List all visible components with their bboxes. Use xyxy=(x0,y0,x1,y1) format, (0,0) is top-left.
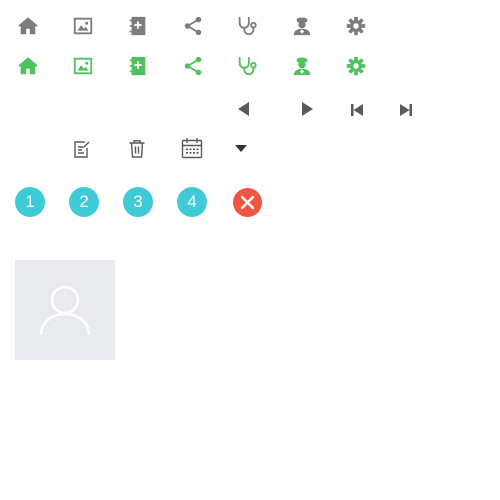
avatar xyxy=(15,260,115,360)
contacts-book-icon[interactable] xyxy=(127,15,149,37)
triangle-left-icon[interactable] xyxy=(237,101,251,117)
close-icon[interactable] xyxy=(233,188,262,217)
skip-last-icon[interactable] xyxy=(399,103,413,117)
stethoscope-icon[interactable] xyxy=(236,15,258,37)
skip-first-icon[interactable] xyxy=(350,103,364,117)
home-icon[interactable] xyxy=(17,15,39,37)
image-icon[interactable] xyxy=(72,55,94,77)
doctor-icon[interactable] xyxy=(291,15,313,37)
step-badge-1[interactable]: 1 xyxy=(15,187,45,217)
edit-icon[interactable] xyxy=(73,139,91,159)
contacts-book-icon[interactable] xyxy=(127,55,149,77)
caret-down-icon[interactable] xyxy=(235,144,247,152)
share-icon[interactable] xyxy=(182,55,204,77)
gear-icon[interactable] xyxy=(345,15,367,37)
triangle-right-icon[interactable] xyxy=(300,101,314,117)
home-icon[interactable] xyxy=(17,55,39,77)
image-icon[interactable] xyxy=(72,15,94,37)
trash-icon[interactable] xyxy=(128,139,146,159)
share-icon[interactable] xyxy=(182,15,204,37)
gear-icon[interactable] xyxy=(345,55,367,77)
step-badge-2[interactable]: 2 xyxy=(69,187,99,217)
step-badge-3[interactable]: 3 xyxy=(123,187,153,217)
stethoscope-icon[interactable] xyxy=(236,55,258,77)
calendar-icon[interactable] xyxy=(181,137,203,159)
step-badge-4[interactable]: 4 xyxy=(177,187,207,217)
doctor-icon[interactable] xyxy=(291,55,313,77)
user-silhouette-icon xyxy=(39,285,91,336)
